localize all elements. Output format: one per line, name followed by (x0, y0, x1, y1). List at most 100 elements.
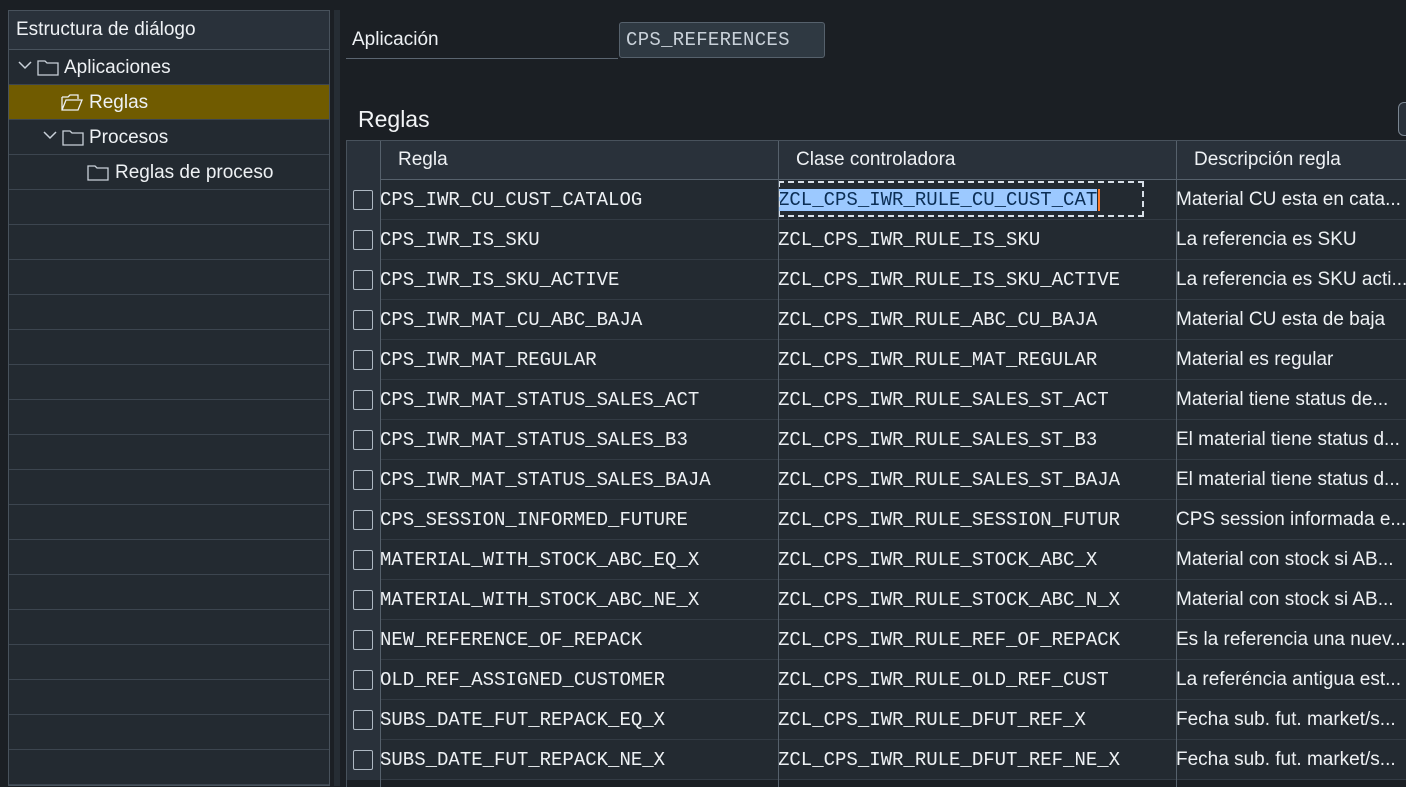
table-row[interactable]: OLD_REF_ASSIGNED_CUSTOMER ZCL_CPS_IWR_RUL… (347, 660, 1406, 700)
cell-clase-controladora[interactable]: ZCL_CPS_IWR_RULE_DFUT_REF_NE_X (778, 740, 1176, 780)
row-selector[interactable] (347, 220, 380, 260)
row-selector[interactable] (347, 460, 380, 500)
tree-item-aplicaciones[interactable]: Aplicaciones (9, 50, 329, 85)
row-selector[interactable] (347, 540, 380, 580)
cell-regla[interactable]: CPS_IWR_IS_SKU_ACTIVE (380, 260, 778, 300)
cell-clase-controladora[interactable]: ZCL_CPS_IWR_RULE_STOCK_ABC_N_X (778, 580, 1176, 620)
cell-descripcion-regla[interactable]: Material CU esta en cata... (1176, 180, 1406, 220)
cell-regla[interactable]: MATERIAL_WITH_STOCK_ABC_EQ_X (380, 540, 778, 580)
column-header-regla[interactable]: Regla (398, 141, 448, 180)
table-row[interactable]: SUBS_DATE_FUT_REPACK_NE_X ZCL_CPS_IWR_RUL… (347, 740, 1406, 780)
tree-item-procesos[interactable]: Procesos (9, 120, 329, 155)
cell-regla[interactable]: CPS_IWR_MAT_STATUS_SALES_B3 (380, 420, 778, 460)
row-checkbox[interactable] (353, 630, 373, 650)
row-selector[interactable] (347, 300, 380, 340)
row-selector[interactable] (347, 260, 380, 300)
row-checkbox[interactable] (353, 510, 373, 530)
table-row[interactable]: CPS_IWR_MAT_STATUS_SALES_B3 ZCL_CPS_IWR_R… (347, 420, 1406, 460)
tree-item-reglas[interactable]: Reglas (9, 85, 329, 120)
table-row[interactable]: CPS_IWR_IS_SKU_ACTIVE ZCL_CPS_IWR_RULE_IS… (347, 260, 1406, 300)
row-checkbox[interactable] (353, 350, 373, 370)
cell-regla[interactable]: MATERIAL_WITH_STOCK_ABC_NE_X (380, 580, 778, 620)
cell-descripcion-regla[interactable]: La referencia es SKU (1176, 220, 1406, 260)
table-row[interactable]: CPS_IWR_CU_CUST_CATALOG ZCL_CPS_IWR_RULE_… (347, 180, 1406, 220)
cell-regla[interactable]: CPS_SESSION_INFORMED_FUTURE (380, 500, 778, 540)
cell-regla[interactable]: CPS_IWR_CU_CUST_CATALOG (380, 180, 778, 220)
table-row[interactable]: CPS_SESSION_INFORMED_FUTURE ZCL_CPS_IWR_R… (347, 500, 1406, 540)
row-selector[interactable] (347, 740, 380, 780)
table-row[interactable]: SUBS_DATE_FUT_REPACK_EQ_X ZCL_CPS_IWR_RUL… (347, 700, 1406, 740)
row-checkbox[interactable] (353, 310, 373, 330)
row-checkbox[interactable] (353, 670, 373, 690)
cell-descripcion-regla[interactable]: CPS session informada e... (1176, 500, 1406, 540)
cell-clase-controladora[interactable]: ZCL_CPS_IWR_RULE_IS_SKU_ACTIVE (778, 260, 1176, 300)
row-checkbox[interactable] (353, 190, 373, 210)
table-row[interactable]: CPS_IWR_IS_SKU ZCL_CPS_IWR_RULE_IS_SKU La … (347, 220, 1406, 260)
panel-splitter[interactable] (334, 10, 340, 786)
cell-regla[interactable]: CPS_IWR_MAT_STATUS_SALES_ACT (380, 380, 778, 420)
tree-item-reglas-de-proceso[interactable]: Reglas de proceso (9, 155, 329, 190)
cell-regla[interactable]: CPS_IWR_MAT_REGULAR (380, 340, 778, 380)
cell-descripcion-regla[interactable]: Material con stock si AB... (1176, 580, 1406, 620)
chevron-down-icon[interactable] (42, 127, 58, 143)
row-checkbox[interactable] (353, 230, 373, 250)
cell-descripcion-regla[interactable]: Material es regular (1176, 340, 1406, 380)
cell-clase-controladora[interactable]: ZCL_CPS_IWR_RULE_IS_SKU (778, 220, 1176, 260)
cell-descripcion-regla[interactable]: Fecha sub. fut. market/s... (1176, 740, 1406, 780)
cell-regla[interactable]: SUBS_DATE_FUT_REPACK_NE_X (380, 740, 778, 780)
row-selector[interactable] (347, 180, 380, 220)
row-checkbox[interactable] (353, 430, 373, 450)
cell-clase-controladora[interactable]: ZCL_CPS_IWR_RULE_REF_OF_REPACK (778, 620, 1176, 660)
table-row[interactable]: CPS_IWR_MAT_STATUS_SALES_ACT ZCL_CPS_IWR_… (347, 380, 1406, 420)
column-header-clase-controladora[interactable]: Clase controladora (796, 141, 955, 180)
cell-descripcion-regla[interactable]: La referencia es SKU acti... (1176, 260, 1406, 300)
table-row[interactable]: CPS_IWR_MAT_CU_ABC_BAJA ZCL_CPS_IWR_RULE_… (347, 300, 1406, 340)
cell-regla[interactable]: CPS_IWR_IS_SKU (380, 220, 778, 260)
table-toolbar-button[interactable] (1398, 102, 1406, 136)
cell-clase-controladora[interactable]: ZCL_CPS_IWR_RULE_SALES_ST_BAJA (778, 460, 1176, 500)
cell-clase-controladora[interactable]: ZCL_CPS_IWR_RULE_SALES_ST_B3 (778, 420, 1176, 460)
cell-descripcion-regla[interactable]: Es la referencia una nuev... (1176, 620, 1406, 660)
row-checkbox[interactable] (353, 270, 373, 290)
chevron-down-icon[interactable] (17, 57, 33, 73)
row-selector[interactable] (347, 700, 380, 740)
cell-descripcion-regla[interactable]: El material tiene status d... (1176, 460, 1406, 500)
cell-clase-controladora[interactable]: ZCL_CPS_IWR_RULE_STOCK_ABC_X (778, 540, 1176, 580)
cell-regla[interactable]: OLD_REF_ASSIGNED_CUSTOMER (380, 660, 778, 700)
row-selector[interactable] (347, 500, 380, 540)
row-selector[interactable] (347, 620, 380, 660)
row-selector[interactable] (347, 660, 380, 700)
row-selector[interactable] (347, 420, 380, 460)
cell-clase-controladora[interactable]: ZCL_CPS_IWR_RULE_SALES_ST_ACT (778, 380, 1176, 420)
application-field[interactable]: CPS_REFERENCES (619, 22, 825, 58)
cell-descripcion-regla[interactable]: Material CU esta de baja (1176, 300, 1406, 340)
cell-descripcion-regla[interactable]: Fecha sub. fut. market/s... (1176, 700, 1406, 740)
cell-clase-controladora[interactable]: ZCL_CPS_IWR_RULE_MAT_REGULAR (778, 340, 1176, 380)
table-row[interactable]: MATERIAL_WITH_STOCK_ABC_EQ_X ZCL_CPS_IWR_… (347, 540, 1406, 580)
cell-clase-controladora[interactable]: ZCL_CPS_IWR_RULE_ABC_CU_BAJA (778, 300, 1176, 340)
table-row[interactable]: NEW_REFERENCE_OF_REPACK ZCL_CPS_IWR_RULE_… (347, 620, 1406, 660)
cell-clase-controladora[interactable]: ZCL_CPS_IWR_RULE_SESSION_FUTUR (778, 500, 1176, 540)
table-row[interactable]: MATERIAL_WITH_STOCK_ABC_NE_X ZCL_CPS_IWR_… (347, 580, 1406, 620)
row-checkbox[interactable] (353, 710, 373, 730)
row-checkbox[interactable] (353, 390, 373, 410)
row-checkbox[interactable] (353, 470, 373, 490)
cell-clase-controladora[interactable]: ZCL_CPS_IWR_RULE_DFUT_REF_X (778, 700, 1176, 740)
select-all-header[interactable] (347, 141, 380, 180)
cell-descripcion-regla[interactable]: Material tiene status de... (1176, 380, 1406, 420)
row-checkbox[interactable] (353, 750, 373, 770)
column-header-descripcion-regla[interactable]: Descripción regla (1194, 141, 1341, 180)
row-selector[interactable] (347, 580, 380, 620)
cell-descripcion-regla[interactable]: La referéncia antigua est... (1176, 660, 1406, 700)
row-checkbox[interactable] (353, 590, 373, 610)
cell-descripcion-regla[interactable]: Material con stock si AB... (1176, 540, 1406, 580)
cell-regla[interactable]: NEW_REFERENCE_OF_REPACK (380, 620, 778, 660)
row-selector[interactable] (347, 380, 380, 420)
table-row[interactable]: CPS_IWR_MAT_STATUS_SALES_BAJA ZCL_CPS_IWR… (347, 460, 1406, 500)
row-checkbox[interactable] (353, 550, 373, 570)
table-row[interactable]: CPS_IWR_MAT_REGULAR ZCL_CPS_IWR_RULE_MAT_… (347, 340, 1406, 380)
cell-clase-controladora[interactable]: ZCL_CPS_IWR_RULE_OLD_REF_CUST (778, 660, 1176, 700)
cell-descripcion-regla[interactable]: El material tiene status d... (1176, 420, 1406, 460)
cell-regla[interactable]: SUBS_DATE_FUT_REPACK_EQ_X (380, 700, 778, 740)
cell-regla[interactable]: CPS_IWR_MAT_STATUS_SALES_BAJA (380, 460, 778, 500)
